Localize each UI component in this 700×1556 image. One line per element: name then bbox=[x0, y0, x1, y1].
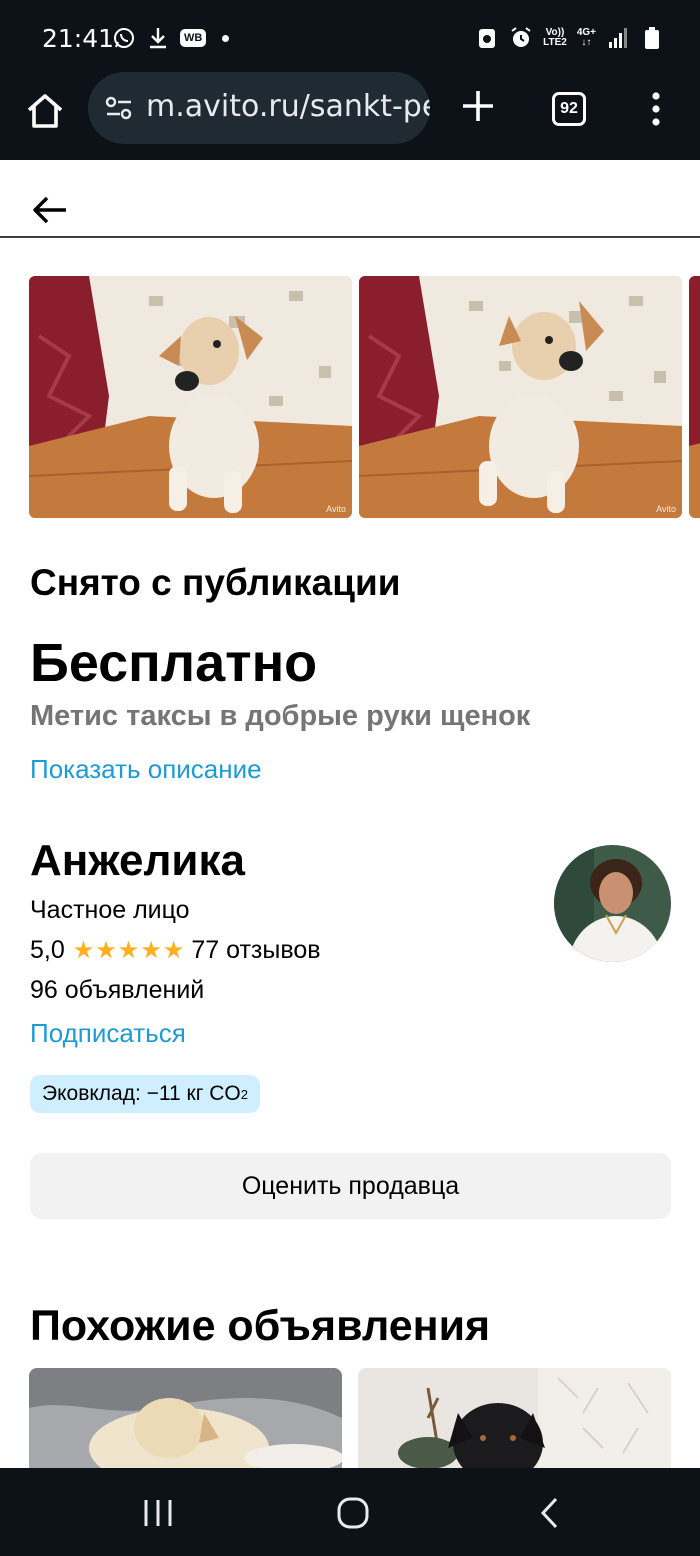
rating-value: 5,0 bbox=[30, 936, 65, 964]
eco-contribution-badge[interactable]: Эковклад: −11 кг CO 2 bbox=[30, 1075, 260, 1113]
browser-menu-button[interactable] bbox=[646, 92, 666, 126]
home-circle-icon bbox=[337, 1497, 369, 1529]
listing-title: Метис таксы в добрые руки щенок bbox=[30, 700, 531, 732]
back-button[interactable] bbox=[30, 192, 70, 228]
recent-apps-button[interactable] bbox=[138, 1496, 178, 1530]
home-icon bbox=[27, 94, 63, 128]
seller-avatar[interactable] bbox=[554, 845, 671, 962]
recent-apps-icon bbox=[144, 1500, 172, 1526]
url-text[interactable]: m.avito.ru/sankt-pe bbox=[146, 89, 430, 124]
avatar-photo-image bbox=[554, 845, 671, 962]
home-nav-button[interactable] bbox=[333, 1496, 373, 1530]
battery-saver-icon bbox=[475, 26, 499, 50]
browser-toolbar: m.avito.ru/sankt-pe 92 bbox=[0, 72, 700, 238]
signal-icon bbox=[606, 26, 630, 50]
reviews-count[interactable]: 77 отзывов bbox=[191, 936, 320, 965]
star-icon: ★ bbox=[72, 936, 95, 964]
show-description-link[interactable]: Показать описание bbox=[30, 754, 262, 785]
home-button[interactable] bbox=[24, 90, 66, 132]
similar-listing-card[interactable] bbox=[29, 1368, 342, 1468]
toolbar-divider bbox=[0, 236, 700, 238]
similar-listing-image bbox=[29, 1368, 342, 1468]
data-arrows-icon: ↓↑ bbox=[581, 37, 592, 48]
star-icon: ★ bbox=[117, 936, 140, 964]
dog-photo-image bbox=[359, 276, 682, 518]
alarm-icon bbox=[509, 26, 533, 50]
eco-label: Эковклад: −11 кг CO bbox=[42, 1082, 241, 1105]
plus-icon bbox=[463, 91, 493, 121]
wb-app-icon: WB bbox=[180, 29, 207, 47]
download-icon bbox=[146, 26, 170, 50]
rating-stars: ★ ★ ★ ★ ★ bbox=[72, 936, 186, 964]
similar-listing-image bbox=[358, 1368, 671, 1468]
back-nav-button[interactable] bbox=[530, 1496, 570, 1530]
star-icon: ★ bbox=[95, 936, 117, 964]
rate-seller-button[interactable]: Оценить продавца bbox=[30, 1153, 671, 1219]
listing-photo[interactable] bbox=[689, 276, 700, 518]
status-time: 21:41 bbox=[42, 24, 115, 53]
seller-rating[interactable]: 5,0 ★ ★ ★ ★ ★ 77 отзывов bbox=[30, 936, 321, 965]
seller-name[interactable]: Анжелика bbox=[30, 836, 245, 886]
arrow-left-icon bbox=[33, 196, 66, 224]
star-icon: ★ bbox=[162, 936, 185, 964]
volte-indicator: Vo)) LTE2 bbox=[543, 28, 567, 48]
more-notifications-dot bbox=[222, 34, 230, 42]
chevron-left-icon bbox=[540, 1497, 558, 1529]
status-bar: 21:41 WB Vo)) LTE2 4G+ ↓↑ bbox=[0, 0, 700, 78]
listing-photo[interactable]: Avito bbox=[29, 276, 352, 518]
similar-listings-title: Похожие объявления bbox=[30, 1302, 491, 1350]
site-settings-icon[interactable] bbox=[104, 96, 134, 120]
similar-listing-card[interactable] bbox=[358, 1368, 671, 1468]
network-indicator: 4G+ ↓↑ bbox=[577, 28, 596, 48]
address-bar[interactable]: m.avito.ru/sankt-pe bbox=[88, 72, 430, 144]
seller-ads-count[interactable]: 96 объявлений bbox=[30, 976, 204, 1005]
battery-icon bbox=[640, 26, 664, 50]
listing-photo[interactable]: Avito bbox=[359, 276, 682, 518]
notification-icons: WB bbox=[112, 26, 230, 50]
whatsapp-icon bbox=[112, 26, 136, 50]
new-tab-button[interactable] bbox=[460, 88, 496, 124]
system-status-icons: Vo)) LTE2 4G+ ↓↑ bbox=[475, 26, 664, 50]
listing-price: Бесплатно bbox=[30, 633, 318, 693]
listing-status: Снято с публикации bbox=[30, 562, 401, 603]
more-vertical-icon bbox=[652, 92, 660, 126]
eco-subscript: 2 bbox=[240, 1086, 248, 1102]
photo-gallery[interactable]: Avito Avito bbox=[29, 276, 700, 518]
dog-photo-image bbox=[29, 276, 352, 518]
avito-watermark: Avito bbox=[326, 504, 346, 514]
avito-watermark: Avito bbox=[656, 504, 676, 514]
tab-switcher-button[interactable]: 92 bbox=[552, 92, 586, 126]
subscribe-link[interactable]: Подписаться bbox=[30, 1018, 186, 1049]
lte-label: LTE2 bbox=[543, 37, 567, 48]
seller-type: Частное лицо bbox=[30, 896, 190, 924]
dog-photo-image bbox=[689, 276, 700, 518]
star-icon: ★ bbox=[140, 936, 162, 964]
system-navigation-bar bbox=[0, 1468, 700, 1556]
